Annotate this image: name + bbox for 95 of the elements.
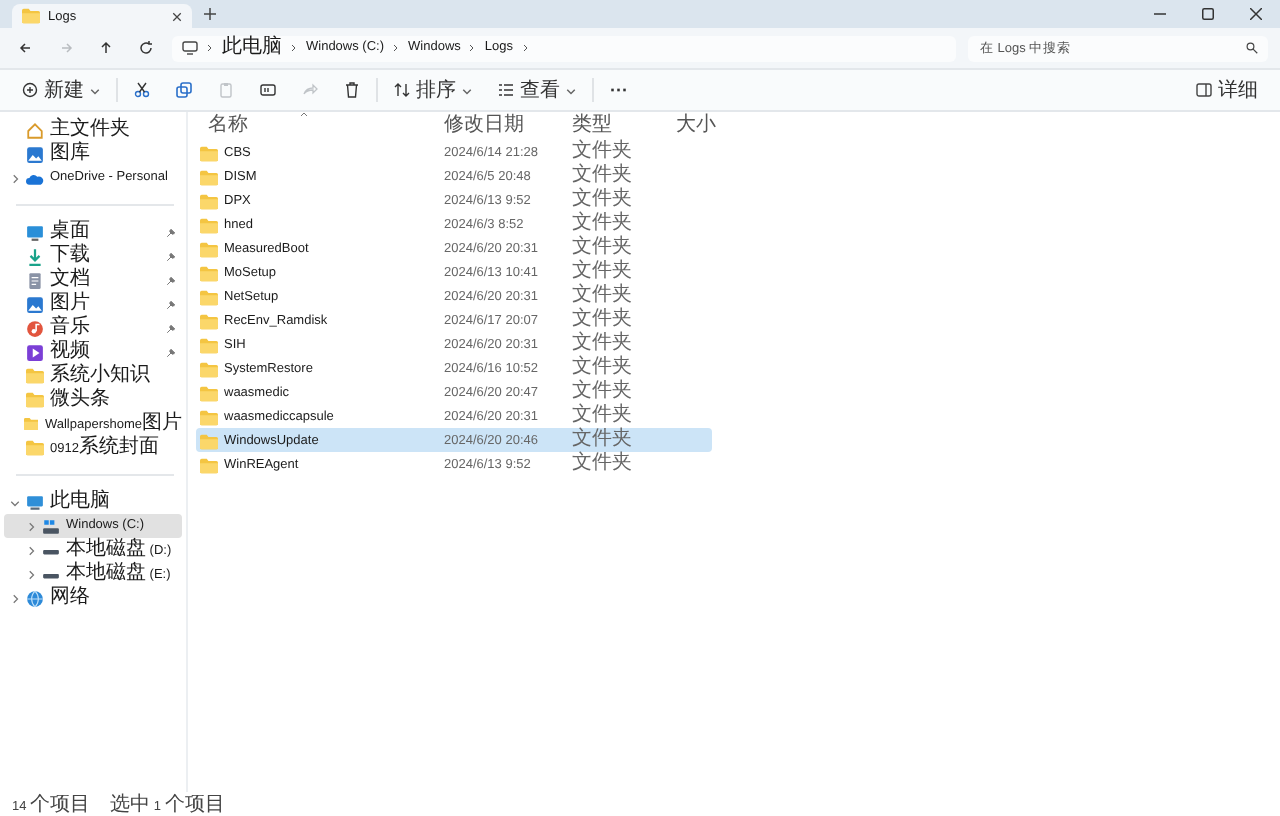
folder-icon bbox=[22, 8, 40, 24]
file-type: 文件夹 bbox=[570, 164, 634, 187]
more-button[interactable]: ··· bbox=[600, 74, 638, 106]
list-icon bbox=[498, 82, 514, 98]
folder-icon bbox=[200, 169, 218, 185]
caret-icon bbox=[462, 85, 472, 95]
file-type: 文件夹 bbox=[570, 404, 634, 427]
caret-icon bbox=[566, 85, 576, 95]
file-type: 文件夹 bbox=[570, 188, 634, 211]
folder-icon bbox=[200, 457, 218, 473]
chevron-icon[interactable] bbox=[9, 173, 19, 183]
file-type: 文件夹 bbox=[570, 452, 634, 478]
minimize-icon[interactable] bbox=[1154, 8, 1166, 20]
chevron-icon[interactable] bbox=[9, 497, 19, 507]
sidebar-item[interactable]: 此电脑 bbox=[4, 490, 182, 514]
image-icon bbox=[26, 145, 44, 163]
folder-icon bbox=[200, 409, 218, 425]
video-icon bbox=[26, 343, 44, 361]
column-header[interactable]: 大小 bbox=[664, 113, 724, 139]
column-header[interactable]: 名称 bbox=[196, 113, 432, 139]
plus-circle-icon bbox=[22, 82, 38, 98]
image-icon bbox=[26, 295, 44, 313]
sidebar-item[interactable]: 音乐 bbox=[4, 316, 182, 340]
close-icon[interactable] bbox=[172, 11, 182, 21]
home-icon bbox=[26, 121, 44, 139]
file-type: 文件夹 bbox=[570, 212, 634, 235]
sidebar-item[interactable]: 下载 bbox=[4, 244, 182, 268]
folder-icon bbox=[26, 368, 44, 384]
sidebar-item[interactable]: 视频 bbox=[4, 340, 182, 364]
folder-icon bbox=[23, 416, 39, 432]
column-header[interactable]: 类型 bbox=[560, 113, 664, 139]
chevron-icon[interactable] bbox=[25, 545, 35, 555]
file-type: 文件夹 bbox=[570, 380, 634, 403]
file-type: 文件夹 bbox=[570, 356, 634, 379]
sidebar-item[interactable]: 桌面 bbox=[4, 220, 182, 244]
sidebar-item[interactable]: 图片 bbox=[4, 292, 182, 316]
breadcrumb[interactable]: 此电脑 bbox=[222, 35, 282, 61]
download-icon bbox=[26, 247, 44, 265]
file-type: 文件夹 bbox=[570, 140, 634, 163]
clipboard-icon bbox=[218, 82, 234, 98]
file-type: 文件夹 bbox=[570, 236, 634, 259]
maximize-icon[interactable] bbox=[1202, 8, 1214, 20]
sort-button[interactable]: 排序 bbox=[384, 74, 482, 106]
folder-icon bbox=[200, 433, 218, 449]
music-icon bbox=[26, 319, 44, 337]
sidebar-item[interactable]: 主文件夹 bbox=[4, 118, 182, 142]
sort-icon bbox=[394, 82, 410, 98]
new-button[interactable]: 新建 bbox=[12, 74, 110, 106]
monitor-icon bbox=[26, 493, 44, 511]
back-icon[interactable] bbox=[18, 40, 34, 56]
up-arrow-icon[interactable] bbox=[98, 40, 114, 56]
folder-icon bbox=[200, 217, 218, 233]
sidebar-item[interactable]: 图库 bbox=[4, 142, 182, 166]
monitor-icon bbox=[182, 40, 198, 56]
caret-icon bbox=[90, 85, 100, 95]
folder-icon bbox=[200, 337, 218, 353]
folder-icon bbox=[200, 241, 218, 257]
share-icon bbox=[302, 82, 318, 98]
document-icon bbox=[26, 271, 44, 289]
file-type: 文件夹 bbox=[570, 284, 634, 307]
file-type: 文件夹 bbox=[570, 428, 634, 451]
search-icon bbox=[1246, 42, 1258, 54]
sidebar-item[interactable]: 系统小知识 bbox=[4, 364, 182, 388]
file-type: 文件夹 bbox=[570, 308, 634, 331]
sidebar-item[interactable]: 微头条 bbox=[4, 388, 182, 412]
details-pane-icon bbox=[1196, 82, 1212, 98]
network-icon bbox=[26, 589, 44, 607]
view-button[interactable]: 查看 bbox=[488, 74, 586, 106]
monitor-icon bbox=[26, 223, 44, 241]
cloud-icon bbox=[26, 169, 44, 187]
folder-icon bbox=[200, 265, 218, 281]
close-icon[interactable] bbox=[1250, 8, 1262, 20]
folder-icon bbox=[200, 193, 218, 209]
folder-icon bbox=[200, 289, 218, 305]
refresh-icon[interactable] bbox=[138, 40, 154, 56]
chevron-icon[interactable] bbox=[9, 593, 19, 603]
chevron-icon[interactable] bbox=[25, 569, 35, 579]
sidebar-item[interactable]: 文档 bbox=[4, 268, 182, 292]
folder-icon bbox=[200, 361, 218, 377]
plus-icon[interactable] bbox=[204, 8, 216, 20]
folder-icon bbox=[26, 440, 44, 456]
column-header[interactable]: 修改日期 bbox=[432, 113, 560, 139]
details-button[interactable]: 详细 bbox=[1186, 74, 1268, 106]
trash-icon bbox=[344, 82, 360, 98]
folder-icon bbox=[200, 313, 218, 329]
folder-icon bbox=[26, 392, 44, 408]
file-type: 文件夹 bbox=[570, 260, 634, 283]
drive-icon bbox=[42, 517, 60, 535]
copy-icon bbox=[176, 82, 192, 98]
scissors-icon bbox=[134, 82, 150, 98]
folder-icon bbox=[200, 385, 218, 401]
rename-icon bbox=[260, 82, 276, 98]
sidebar-item[interactable]: 网络 bbox=[4, 586, 182, 610]
file-type: 文件夹 bbox=[570, 332, 634, 355]
folder-icon bbox=[200, 145, 218, 161]
